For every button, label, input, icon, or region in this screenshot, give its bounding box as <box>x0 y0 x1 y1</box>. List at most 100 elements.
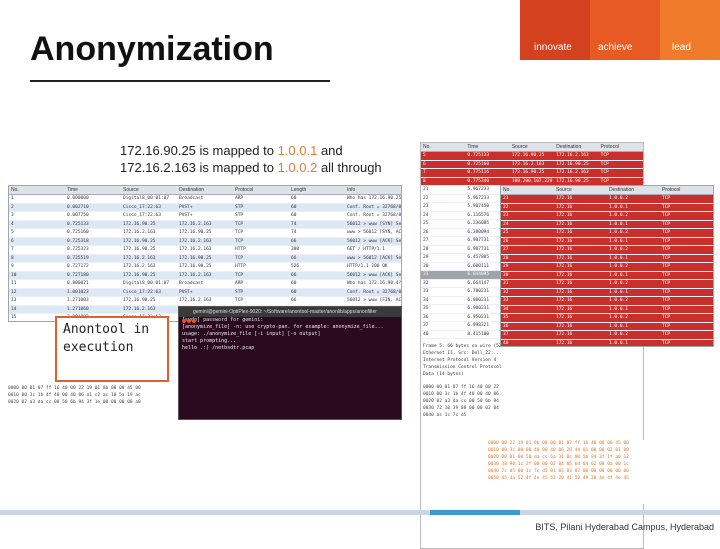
packet-cell: 172.16 <box>556 306 573 312</box>
packet-cell: 0.775340 <box>467 178 490 184</box>
packet-cell: 172.16.2.163 <box>123 264 156 269</box>
hex-line: 0010 00 3c 00 00 40 00 40 06 26 44 01 00… <box>488 448 629 453</box>
packet-row[interactable]: 28 172.16 1.0.0.1 TCP <box>501 254 713 263</box>
packet-row[interactable]: 24 172.16 1.0.0.1 TCP <box>501 220 713 229</box>
packet-row[interactable]: 1 0.000000 Digital8_00:01:07 Broadcast ARP 60… <box>9 195 401 204</box>
packet-row[interactable]: 9 0.727172 172.16.2.163 172.16.90.25 HTTP 526… <box>9 263 401 272</box>
packet-cell: 1.0.0.2 <box>609 298 628 303</box>
column-header: Source <box>123 187 139 193</box>
packet-cell: 172.16 <box>556 213 573 218</box>
packet-row[interactable]: 5 0.725133 172.16.90.25 172.16.2.163 TCP <box>421 152 643 161</box>
packet-row[interactable]: 12 1.001023 Cisco_17:22:63 PVST+ STP 60 Conf. … <box>9 288 401 297</box>
packet-cell: TCP <box>662 272 671 278</box>
packet-cell: 172.16 <box>556 255 573 261</box>
packet-cell: 40 <box>503 340 509 346</box>
column-header: Protocol <box>600 144 619 150</box>
hex-line: 0020 00 01 00 50 da cc 6a 31 8c 00 5b 94… <box>488 455 629 460</box>
maximize-icon[interactable] <box>192 319 196 323</box>
packet-cell: 172.16.90.25 <box>123 238 156 244</box>
packet-row[interactable]: 33 172.16 1.0.0.2 TCP <box>501 297 713 306</box>
packet-row[interactable]: 7 0.725323 172.16.90.25 172.16.2.163 HTTP 380… <box>9 246 401 255</box>
packet-cell: TCP <box>235 298 244 303</box>
packet-row[interactable]: 10 0.727180 172.16.90.25 172.16.2.163 TCP 66 5… <box>9 271 401 280</box>
detail-line: Internet Protocol Version 4 <box>423 358 497 363</box>
packet-cell: 172.16 <box>556 204 573 210</box>
packet-row[interactable]: 36 172.16 1.0.0.1 TCP <box>501 322 713 331</box>
packet-cell: 172.16.90.25 <box>511 170 545 175</box>
packet-cell: 56012 > www [FIN, ACK] <box>347 298 401 303</box>
packet-cell: 0.800021 <box>67 281 89 286</box>
packet-cell: TCP <box>662 289 671 295</box>
col-source: Source <box>556 187 572 193</box>
packet-cell: 172.16 <box>556 230 573 235</box>
packet-row[interactable]: 6 0.725318 172.16.90.25 172.16.2.163 TCP 66 56… <box>9 237 401 246</box>
packet-cell: 7 <box>423 170 426 175</box>
packet-row[interactable]: 7 0.775116 172.16.90.25 172.16.2.163 TCP <box>421 169 643 178</box>
packet-cell: 36 <box>423 314 429 320</box>
packet-cell: 172.16 <box>556 281 573 286</box>
packet-cell: 172.16 <box>556 315 573 320</box>
packet-cell: TCP <box>235 238 244 244</box>
packet-row[interactable]: 13 1.271003 172.16.90.25 172.16.2.163 TCP 66 5… <box>9 297 401 306</box>
packet-row[interactable]: 29 172.16 1.0.0.2 TCP <box>501 263 713 272</box>
packet-row[interactable]: 2 0.002710 Cisco_17:22:63 PVST+ STP 60 Conf. R… <box>9 203 401 212</box>
packet-cell: ARP <box>235 281 244 286</box>
packet-cell: www > 56012 [SYN, ACK] Seq=0 Ack=1 <box>347 230 401 235</box>
packet-cell: 6 <box>423 161 426 167</box>
minimize-icon[interactable] <box>187 319 191 323</box>
packet-cell: TCP <box>662 213 671 218</box>
packet-cell: TCP <box>662 221 671 227</box>
packet-row[interactable]: 23 172.16 1.0.0.2 TCP <box>501 212 713 221</box>
packet-cell: 172.16 <box>556 289 573 295</box>
packet-row[interactable]: 25 172.16 1.0.0.2 TCP <box>501 229 713 238</box>
packet-cell: HTTP/1.1 200 OK <box>347 264 388 269</box>
packet-row[interactable]: 22 172.16 1.0.0.1 TCP <box>501 203 713 212</box>
packet-cell: 172.16 <box>556 196 573 201</box>
packet-cell: 30 <box>423 263 429 269</box>
title-divider <box>30 80 330 82</box>
packet-cell: 172.16 <box>556 221 573 227</box>
packet-cell: 1.0.0.1 <box>609 272 628 278</box>
column-header: Time <box>67 187 78 193</box>
packet-row[interactable]: 4 0.725133 172.16.90.25 172.16.2.163 TCP 74 56… <box>9 220 401 229</box>
packet-row[interactable]: 26 172.16 1.0.0.1 TCP <box>501 237 713 246</box>
terminal-line: [sudo] password for gemini: <box>182 317 264 323</box>
packet-cell: 60 <box>291 213 297 218</box>
packet-cell: TCP <box>600 178 609 184</box>
packet-cell: 33 <box>423 289 429 294</box>
hex-line: 0030 38 90 1c 2f 00 00 02 04 05 b4 04 02… <box>488 462 629 467</box>
packet-cell: TCP <box>662 332 671 337</box>
detail-line: Transmission Control Protocol <box>423 365 502 370</box>
packet-row[interactable]: 30 172.16 1.0.0.1 TCP <box>501 271 713 280</box>
packet-row[interactable]: 35 172.16 1.0.0.2 TCP <box>501 314 713 323</box>
original-bytes-pane: 0000 00 01 07 ff 16 40 00 22 19 01 8b 08… <box>8 385 176 415</box>
brand-word-lead: lead <box>672 42 691 53</box>
packet-cell: Who has 172.16.90.25? Tell 172.16.90.4 <box>347 196 401 201</box>
packet-cell: 26 <box>423 229 429 235</box>
packet-cell: 24 <box>423 212 429 218</box>
packet-row[interactable]: 21 172.16 1.0.0.2 TCP <box>501 195 713 204</box>
packet-row[interactable]: 27 172.16 1.0.0.2 TCP <box>501 246 713 255</box>
packet-row[interactable]: 37 172.16 1.0.0.2 TCP <box>501 331 713 340</box>
packet-cell: TCP <box>662 230 671 235</box>
packet-cell: 66 <box>291 238 297 244</box>
close-icon[interactable] <box>182 319 186 323</box>
packet-cell: 25 <box>423 221 429 226</box>
packet-row[interactable]: 32 172.16 1.0.0.1 TCP <box>501 288 713 297</box>
packet-row[interactable]: 34 172.16 1.0.0.1 TCP <box>501 305 713 314</box>
packet-cell: 172.16 <box>556 323 573 329</box>
packet-row[interactable]: 31 172.16 1.0.0.2 TCP <box>501 280 713 289</box>
packet-cell: 172.16 <box>556 247 573 252</box>
packet-cell: TCP <box>662 281 671 286</box>
packet-cell: 0.002710 <box>67 204 89 210</box>
packet-cell: 7 <box>11 247 14 252</box>
packet-row[interactable]: 11 0.800021 Digital8_00:01:07 Broadcast ARP 6… <box>9 280 401 289</box>
packet-cell: 66 <box>291 272 297 278</box>
packet-cell: 5 <box>423 153 426 158</box>
packet-row[interactable]: 8 0.725519 172.16.2.163 172.16.90.25 TCP 66 ww… <box>9 254 401 263</box>
packet-row[interactable]: 3 0.007750 Cisco_17:22:63 PVST+ STP 60 Conf. R… <box>9 212 401 221</box>
packet-row[interactable]: 6 0.725160 172.16.2.163 172.16.90.25 TCP <box>421 160 643 169</box>
packet-row[interactable]: 5 0.725160 172.16.2.163 172.16.90.25 TCP 74 ww… <box>9 229 401 238</box>
packet-cell: 1.0.0.1 <box>609 204 628 210</box>
packet-row[interactable]: 40 172.16 1.0.0.1 TCP <box>501 339 713 346</box>
